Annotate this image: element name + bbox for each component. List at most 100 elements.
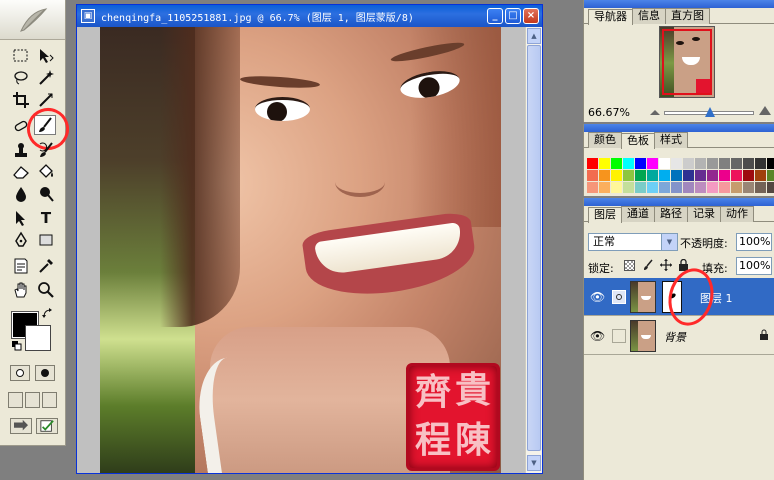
color-swatch[interactable] [683, 182, 694, 193]
color-swatch[interactable] [695, 158, 706, 169]
background-color-swatch[interactable] [25, 325, 51, 351]
color-swatch[interactable] [731, 170, 742, 181]
navigator-zoom-value[interactable]: 66.67% [588, 106, 630, 119]
history-brush-icon[interactable] [35, 140, 57, 160]
color-swatch[interactable] [599, 182, 610, 193]
color-swatch[interactable] [623, 158, 634, 169]
color-swatch[interactable] [755, 158, 766, 169]
tab-styles[interactable]: 样式 [654, 132, 688, 148]
color-swatch[interactable] [695, 170, 706, 181]
color-swatch[interactable] [599, 158, 610, 169]
color-swatch[interactable] [635, 182, 646, 193]
color-swatch[interactable] [623, 170, 634, 181]
color-swatch[interactable] [635, 158, 646, 169]
image-canvas[interactable]: 齊 貴 程 陳 [100, 27, 501, 473]
blur-icon[interactable] [10, 184, 32, 204]
color-swatch[interactable] [683, 158, 694, 169]
panel-grip[interactable] [584, 198, 774, 206]
eye-icon[interactable]: 👁 [590, 290, 605, 304]
minimize-button[interactable]: _ [487, 8, 503, 24]
color-swatch[interactable] [719, 182, 730, 193]
tab-info[interactable]: 信息 [632, 8, 666, 24]
document-titlebar[interactable]: ▣ chenqingfa_1105251881.jpg @ 66.7% (图层 … [77, 5, 542, 27]
color-swatch[interactable] [731, 182, 742, 193]
tab-layers[interactable]: 图层 [588, 207, 622, 223]
scroll-up-arrow-icon[interactable]: ▲ [527, 28, 541, 44]
panel-grip[interactable] [584, 124, 774, 132]
shape-icon[interactable] [35, 230, 57, 250]
pen-icon[interactable] [10, 230, 32, 250]
color-swatch[interactable] [743, 182, 754, 193]
maximize-button[interactable]: □ [505, 8, 521, 24]
color-swatch[interactable] [695, 182, 706, 193]
color-swatch[interactable] [659, 170, 670, 181]
marquee-icon[interactable] [10, 46, 32, 66]
swap-colors-icon[interactable] [42, 308, 54, 320]
color-swatch[interactable] [647, 158, 658, 169]
lock-move-icon[interactable] [660, 259, 672, 271]
default-colors-icon[interactable] [12, 341, 22, 351]
color-swatch[interactable] [647, 182, 658, 193]
tab-channels[interactable]: 通道 [621, 206, 655, 222]
zoom-icon[interactable] [35, 280, 57, 300]
tab-histogram[interactable]: 直方图 [665, 8, 710, 24]
color-swatch[interactable] [731, 158, 742, 169]
color-swatch[interactable] [767, 182, 774, 193]
move-icon[interactable] [35, 46, 57, 66]
color-swatch[interactable] [671, 170, 682, 181]
color-swatch[interactable] [587, 170, 598, 181]
magic-wand-icon[interactable] [35, 68, 57, 88]
eye-icon[interactable]: 👁 [590, 329, 605, 343]
tab-navigator[interactable]: 导航器 [588, 9, 633, 25]
color-swatch[interactable] [659, 182, 670, 193]
crop-icon[interactable] [10, 90, 32, 110]
screen-mode-full-button[interactable] [42, 392, 57, 408]
color-swatch[interactable] [719, 170, 730, 181]
color-swatch[interactable] [671, 158, 682, 169]
blend-mode-select[interactable]: 正常 ▼ [588, 233, 678, 251]
opacity-input[interactable]: 100% [736, 233, 772, 251]
color-swatch[interactable] [767, 158, 774, 169]
color-swatch[interactable] [683, 170, 694, 181]
tab-swatches[interactable]: 色板 [621, 133, 655, 149]
layer-row-background[interactable]: 👁 背景 [584, 317, 774, 355]
close-button[interactable]: × [523, 8, 539, 24]
color-swatch[interactable] [587, 182, 598, 193]
link-slot[interactable] [612, 329, 626, 343]
hand-icon[interactable] [10, 280, 32, 300]
color-swatch[interactable] [671, 182, 682, 193]
tab-paths[interactable]: 路径 [654, 206, 688, 222]
notes-icon[interactable] [10, 256, 32, 276]
scroll-thumb[interactable] [527, 45, 541, 451]
jump-to-imageready-icon[interactable] [10, 418, 32, 434]
lasso-icon[interactable] [10, 68, 32, 88]
color-swatch[interactable] [767, 170, 774, 181]
type-icon[interactable]: T [35, 208, 57, 228]
chevron-down-icon[interactable]: ▼ [661, 234, 677, 250]
standard-mode-button[interactable] [10, 365, 30, 381]
color-swatch[interactable] [755, 182, 766, 193]
eraser-icon[interactable] [10, 162, 32, 182]
dodge-icon[interactable] [35, 184, 57, 204]
fill-input[interactable]: 100% [736, 257, 772, 275]
vertical-scrollbar[interactable]: ▲ ▼ [525, 27, 542, 473]
color-swatch[interactable] [707, 170, 718, 181]
lock-brush-icon[interactable] [642, 259, 654, 271]
panel-grip[interactable] [584, 0, 774, 8]
tab-actions[interactable]: 动作 [720, 206, 754, 222]
layer-name[interactable]: 背景 [664, 329, 686, 345]
color-swatch[interactable] [755, 170, 766, 181]
tab-history[interactable]: 记录 [687, 206, 721, 222]
path-select-icon[interactable] [10, 208, 32, 228]
tab-color[interactable]: 颜色 [588, 132, 622, 148]
screen-mode-menubar-button[interactable] [25, 392, 40, 408]
imageready-icon[interactable] [36, 418, 58, 434]
lock-transparency-icon[interactable] [624, 260, 635, 271]
color-swatch[interactable] [707, 158, 718, 169]
mask-link-icon[interactable] [612, 290, 626, 304]
eyedropper-icon[interactable] [35, 256, 57, 276]
color-swatch[interactable] [611, 182, 622, 193]
color-swatch[interactable] [707, 182, 718, 193]
color-swatch[interactable] [659, 158, 670, 169]
color-swatch[interactable] [647, 170, 658, 181]
